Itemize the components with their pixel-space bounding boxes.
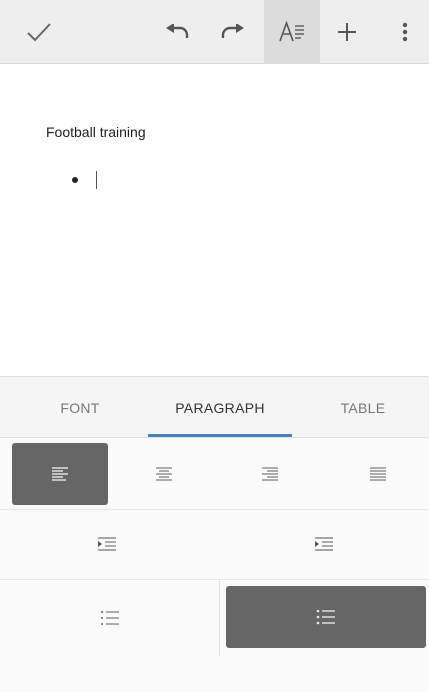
text-cursor: [96, 171, 97, 189]
numbered-list-button[interactable]: [0, 580, 220, 656]
done-button[interactable]: [14, 0, 64, 64]
text-format-icon: [279, 21, 304, 42]
format-tabs: FONT PARAGRAPH TABLE: [0, 376, 429, 438]
redo-icon: [221, 24, 244, 38]
text-format-button[interactable]: [264, 0, 320, 64]
bulleted-list-button[interactable]: [226, 586, 426, 648]
undo-button[interactable]: [152, 0, 202, 64]
list-row: [0, 580, 429, 656]
align-center-icon: [156, 467, 172, 481]
editor-toolbar: [0, 0, 429, 64]
document-text-line[interactable]: Football training: [46, 124, 146, 140]
tab-table[interactable]: TABLE: [300, 377, 426, 439]
bullet-icon: [72, 177, 78, 183]
undo-icon: [166, 24, 189, 38]
bullet-list-item[interactable]: [72, 170, 97, 190]
bulleted-list-icon: [316, 609, 335, 625]
insert-button[interactable]: [322, 0, 372, 64]
document-body[interactable]: Football training: [0, 64, 429, 376]
increase-indent-button[interactable]: [218, 510, 429, 580]
more-options-button[interactable]: [380, 0, 429, 64]
align-left-icon: [52, 467, 68, 481]
redo-button[interactable]: [208, 0, 258, 64]
decrease-indent-icon: [98, 537, 116, 551]
alignment-row: [0, 438, 429, 510]
align-left-button[interactable]: [12, 443, 108, 505]
numbered-list-icon: [100, 611, 119, 625]
decrease-indent-button[interactable]: [0, 510, 214, 580]
align-justify-button[interactable]: [330, 443, 426, 505]
paragraph-panel: [0, 438, 429, 692]
more-vert-icon: [402, 22, 408, 42]
indent-row: [0, 510, 429, 580]
align-center-button[interactable]: [116, 443, 212, 505]
increase-indent-icon: [314, 537, 333, 551]
align-right-icon: [262, 467, 278, 481]
tab-font[interactable]: FONT: [30, 377, 130, 439]
add-icon: [338, 23, 356, 41]
align-justify-icon: [370, 467, 386, 481]
active-tab-indicator: [148, 434, 292, 437]
tab-paragraph[interactable]: PARAGRAPH: [148, 377, 292, 439]
check-icon: [27, 23, 51, 42]
align-right-button[interactable]: [222, 443, 318, 505]
